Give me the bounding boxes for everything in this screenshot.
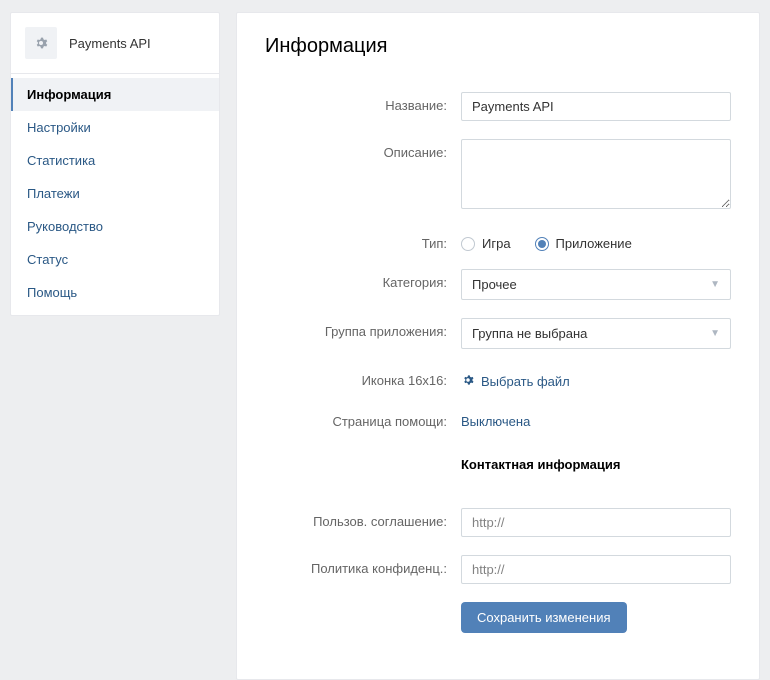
- sidebar-item-label: Статистика: [27, 153, 95, 168]
- sidebar-item-label: Руководство: [27, 219, 103, 234]
- select-value: Прочее: [472, 277, 517, 292]
- description-textarea[interactable]: [461, 139, 731, 209]
- radio-label-text: Приложение: [556, 236, 632, 251]
- save-button[interactable]: Сохранить изменения: [461, 602, 627, 633]
- contact-info-heading: Контактная информация: [461, 451, 731, 472]
- sidebar-item-label: Платежи: [27, 186, 80, 201]
- select-value: Группа не выбрана: [472, 326, 587, 341]
- radio-icon: [461, 237, 475, 251]
- gear-icon: [25, 27, 57, 59]
- sidebar-item-label: Помощь: [27, 285, 77, 300]
- radio-app[interactable]: Приложение: [535, 236, 632, 251]
- main-panel: Информация Название: Описание: Тип: Игра: [236, 12, 760, 680]
- app-name: Payments API: [69, 36, 151, 51]
- label-help-page: Страница помощи:: [265, 408, 461, 429]
- choose-file-text: Выбрать файл: [481, 374, 570, 389]
- name-input[interactable]: [461, 92, 731, 121]
- radio-icon: [535, 237, 549, 251]
- sidebar-item-guide[interactable]: Руководство: [11, 210, 219, 243]
- sidebar-item-info[interactable]: Информация: [11, 78, 219, 111]
- gear-icon: [461, 373, 475, 390]
- sidebar: Payments API Информация Настройки Статис…: [10, 12, 220, 316]
- sidebar-item-settings[interactable]: Настройки: [11, 111, 219, 144]
- page-title: Информация: [265, 35, 731, 58]
- chevron-down-icon: ▼: [710, 328, 720, 339]
- label-description: Описание:: [265, 139, 461, 160]
- label-user-agreement: Пользов. соглашение:: [265, 508, 461, 529]
- sidebar-item-label: Настройки: [27, 120, 91, 135]
- group-select[interactable]: Группа не выбрана ▼: [461, 318, 731, 349]
- label-name: Название:: [265, 92, 461, 113]
- sidebar-item-payments[interactable]: Платежи: [11, 177, 219, 210]
- label-group: Группа приложения:: [265, 318, 461, 339]
- label-privacy: Политика конфиденц.:: [265, 555, 461, 576]
- category-select[interactable]: Прочее ▼: [461, 269, 731, 300]
- label-category: Категория:: [265, 269, 461, 290]
- radio-game[interactable]: Игра: [461, 236, 511, 251]
- help-page-value[interactable]: Выключена: [461, 408, 530, 429]
- sidebar-header: Payments API: [11, 13, 219, 74]
- radio-label-text: Игра: [482, 236, 511, 251]
- sidebar-item-status[interactable]: Статус: [11, 243, 219, 276]
- chevron-down-icon: ▼: [710, 279, 720, 290]
- sidebar-item-statistics[interactable]: Статистика: [11, 144, 219, 177]
- label-icon: Иконка 16x16:: [265, 367, 461, 388]
- choose-file-link[interactable]: Выбрать файл: [461, 367, 570, 390]
- sidebar-item-label: Статус: [27, 252, 68, 267]
- privacy-input[interactable]: [461, 555, 731, 584]
- label-type: Тип:: [265, 230, 461, 251]
- user-agreement-input[interactable]: [461, 508, 731, 537]
- sidebar-item-help[interactable]: Помощь: [11, 276, 219, 309]
- sidebar-item-label: Информация: [27, 87, 111, 102]
